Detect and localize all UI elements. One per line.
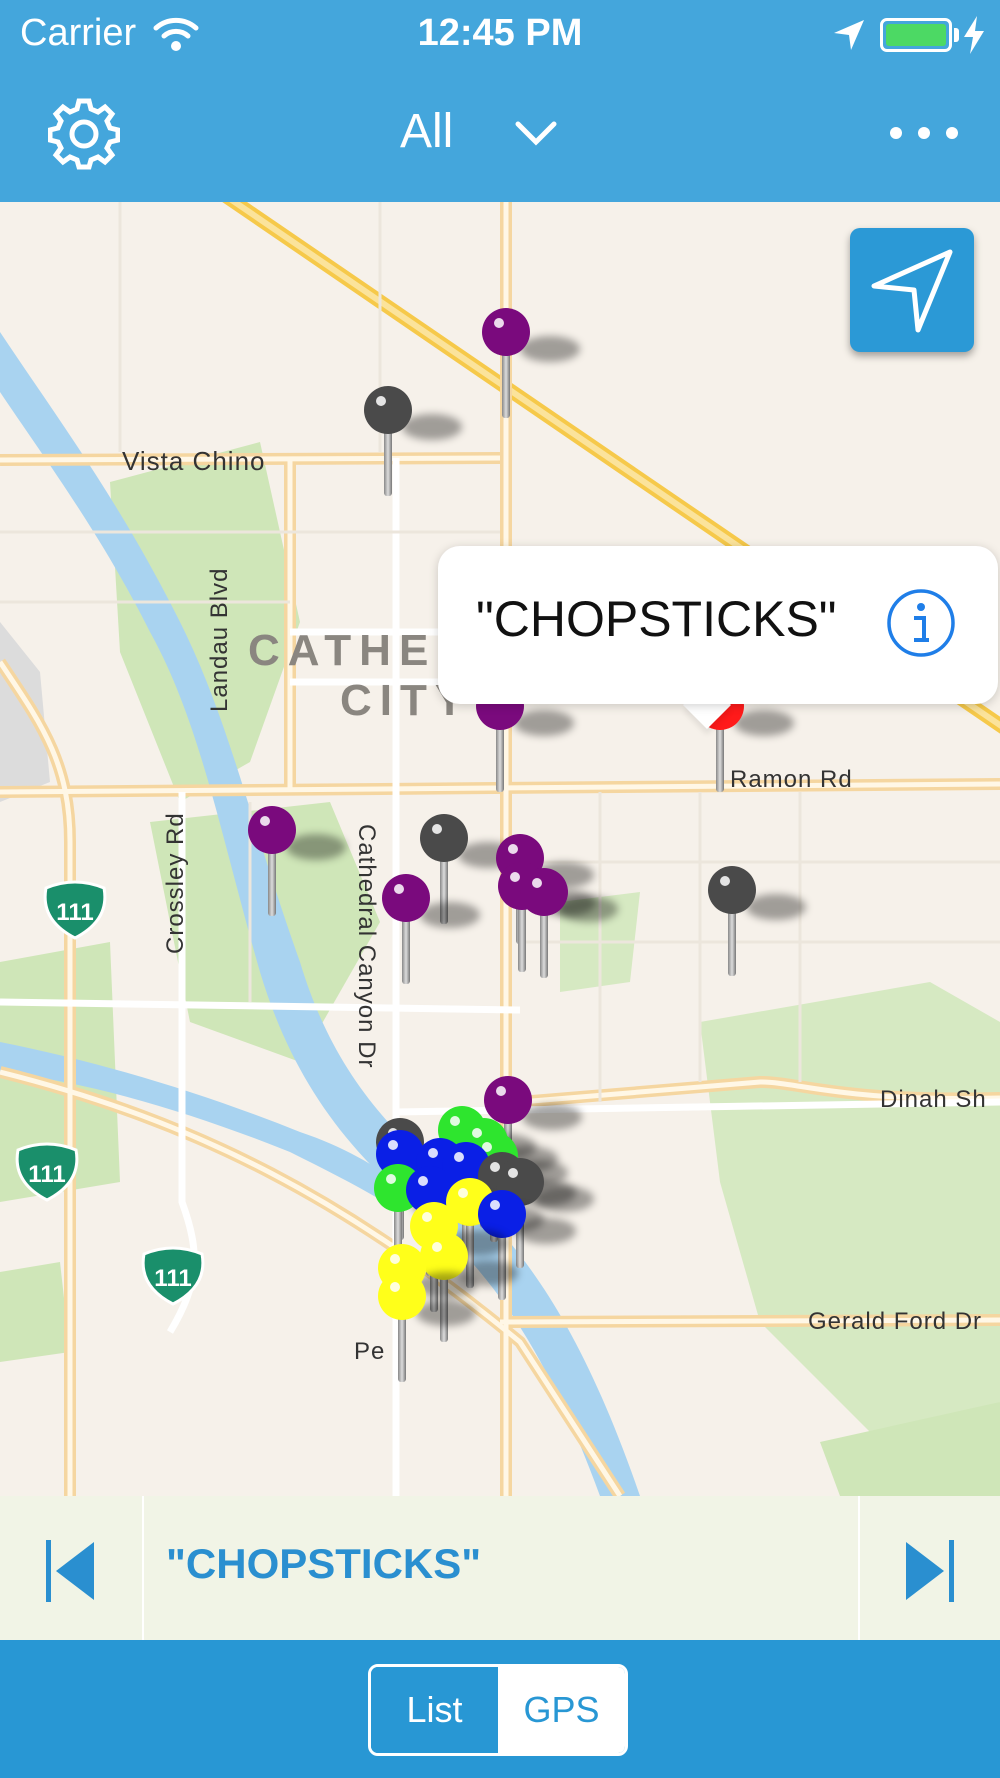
road-label-vista-chino: Vista Chino bbox=[122, 446, 266, 476]
map-pin[interactable] bbox=[380, 874, 480, 984]
more-icon[interactable] bbox=[884, 118, 964, 148]
filter-dropdown-label[interactable]: All bbox=[400, 104, 453, 159]
map-pin[interactable] bbox=[362, 386, 462, 496]
skip-next-icon bbox=[906, 1540, 954, 1602]
svg-text:111: 111 bbox=[28, 1161, 65, 1188]
road-label-crossley: Crossley Rd bbox=[162, 812, 189, 954]
segment-list[interactable]: List bbox=[371, 1667, 498, 1753]
location-arrow-icon bbox=[834, 20, 864, 50]
info-icon[interactable] bbox=[886, 588, 956, 658]
battery-icon bbox=[880, 18, 952, 52]
skip-previous-icon bbox=[46, 1540, 94, 1602]
road-label-dinah-shore: Dinah Sh bbox=[880, 1086, 987, 1113]
road-label-gerald-ford: Gerald Ford Dr bbox=[808, 1308, 983, 1335]
footer-bar: List GPS bbox=[0, 1640, 1000, 1778]
road-label-landau: Landau Blvd bbox=[206, 567, 233, 712]
svg-text:111: 111 bbox=[56, 899, 93, 926]
locate-me-button[interactable] bbox=[850, 228, 974, 352]
chevron-down-icon[interactable] bbox=[514, 118, 558, 148]
map-pin[interactable] bbox=[480, 308, 580, 418]
settings-gear-icon[interactable] bbox=[48, 98, 120, 170]
highway-shield-icon: 111 bbox=[15, 1142, 79, 1202]
map-pin[interactable] bbox=[706, 866, 806, 976]
previous-button[interactable] bbox=[0, 1496, 144, 1640]
road-label-cathedral-canyon: Cathedral Canyon Dr bbox=[353, 824, 380, 1069]
top-bar: Carrier 12:45 PM All bbox=[0, 0, 1000, 202]
map-view[interactable]: Vista Chino Landau Blvd Ramon Rd Crossle… bbox=[0, 202, 1000, 1496]
battery-cap bbox=[954, 28, 959, 42]
current-location-title: "CHOPSTICKS" bbox=[166, 1540, 482, 1587]
map-pin[interactable] bbox=[518, 868, 618, 978]
next-button[interactable] bbox=[858, 1496, 1000, 1640]
highway-shield-icon: 111 bbox=[43, 880, 107, 940]
pin-callout[interactable]: "CHOPSTICKS" bbox=[438, 546, 998, 704]
segment-gps[interactable]: GPS bbox=[498, 1667, 625, 1753]
callout-title: "CHOPSTICKS" bbox=[476, 591, 837, 647]
navigation-arrow-icon bbox=[871, 249, 953, 333]
pin-navigator: "CHOPSTICKS" bbox=[0, 1496, 1000, 1640]
svg-text:111: 111 bbox=[154, 1265, 191, 1292]
charging-bolt-icon bbox=[964, 16, 984, 54]
status-bar: Carrier 12:45 PM bbox=[0, 0, 1000, 66]
map-pin[interactable] bbox=[246, 806, 346, 916]
highway-shield-icon: 111 bbox=[141, 1246, 205, 1306]
view-mode-segmented-control: List GPS bbox=[368, 1664, 628, 1756]
road-label-ramon: Ramon Rd bbox=[730, 766, 853, 793]
map-pin[interactable] bbox=[376, 1272, 476, 1382]
